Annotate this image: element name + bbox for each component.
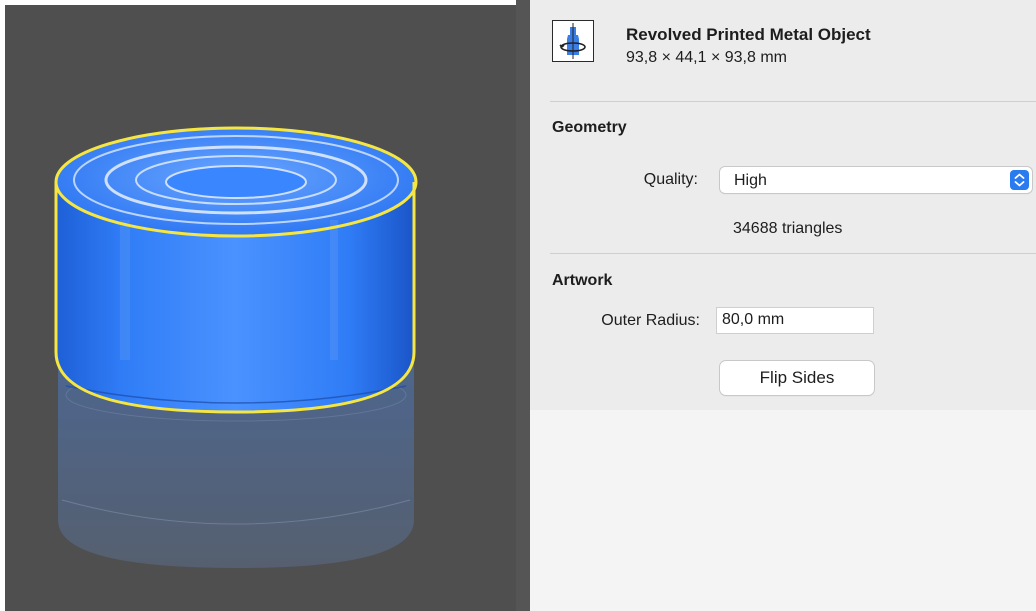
triangle-count: 34688 triangles bbox=[733, 220, 843, 237]
can-render[interactable] bbox=[0, 0, 516, 611]
flip-sides-button[interactable]: Flip Sides bbox=[720, 361, 874, 395]
divider bbox=[550, 101, 1036, 102]
artwork-heading: Artwork bbox=[552, 272, 613, 289]
geometry-heading: Geometry bbox=[552, 119, 627, 136]
outer-radius-field[interactable] bbox=[716, 307, 874, 334]
divider bbox=[550, 253, 1036, 254]
revolve-bottle-icon bbox=[552, 20, 594, 62]
object-dimensions: 93,8 × 44,1 × 93,8 mm bbox=[626, 49, 787, 66]
quality-select-value: High bbox=[734, 172, 767, 189]
outer-radius-input[interactable] bbox=[722, 311, 870, 329]
inspector-empty-area bbox=[530, 410, 1036, 611]
viewport-gutter bbox=[516, 0, 530, 611]
can-body[interactable] bbox=[56, 128, 416, 412]
inspector-panel: Revolved Printed Metal Object 93,8 × 44,… bbox=[530, 0, 1036, 611]
outer-radius-label: Outer Radius: bbox=[601, 312, 700, 329]
object-title: Revolved Printed Metal Object bbox=[626, 25, 871, 44]
quality-label: Quality: bbox=[643, 171, 698, 188]
quality-select[interactable]: High bbox=[720, 167, 1032, 193]
chevron-updown-icon[interactable] bbox=[1010, 170, 1029, 190]
3d-viewport[interactable] bbox=[0, 0, 530, 611]
